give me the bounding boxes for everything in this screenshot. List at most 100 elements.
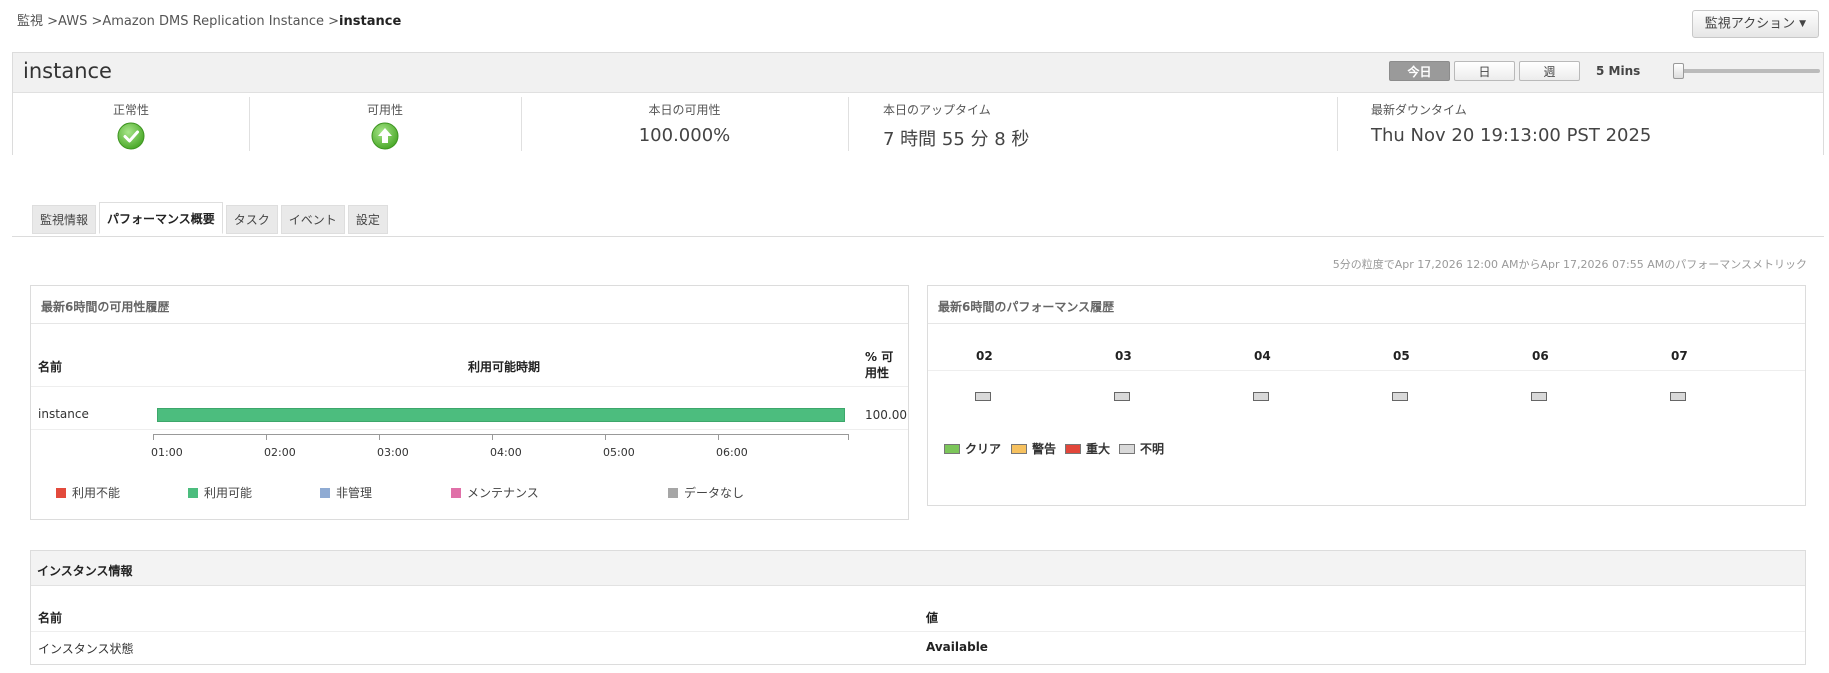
status-cell-unknown[interactable] [1392, 392, 1408, 401]
legend-maintenance: メンテナンス [451, 484, 539, 501]
status-cell-unknown[interactable] [1531, 392, 1547, 401]
legend-swatch [1119, 443, 1135, 454]
metric-today-availability-label: 本日の可用性 [648, 103, 721, 117]
availability-row-name: instance [38, 407, 89, 421]
metric-divider [848, 97, 849, 151]
row-divider [928, 370, 1805, 371]
period-today-button[interactable]: 今日 [1389, 61, 1450, 81]
availability-bar-fill [157, 408, 845, 422]
performance-history-panel: 最新6時間のパフォーマンス履歴 02 03 04 05 06 07 クリア 警告 重大 不… [927, 285, 1806, 506]
metric-health: 正常性 [13, 93, 249, 155]
tab-settings[interactable]: 設定 [347, 205, 388, 234]
tick-label: 06:00 [716, 446, 748, 459]
legend-swatch [56, 487, 66, 498]
breadcrumb-current: instance [339, 14, 402, 29]
availability-history-title: 最新6時間の可用性履歴 [41, 300, 170, 314]
legend-critical: 重大 [1065, 440, 1110, 457]
metrics-row: 正常性 可用性 本日の可用性 100.000% 本日のアップタイム 7 時間 5… [13, 93, 1823, 155]
breadcrumb-aws[interactable]: AWS > [58, 14, 102, 29]
legend-label: データなし [684, 486, 745, 500]
legend-label: メンテナンス [467, 486, 539, 500]
availability-col-period: 利用可能時期 [468, 360, 541, 374]
legend-swatch [668, 487, 678, 498]
header-top-bar: instance 今日 日 週 5 Mins [13, 53, 1823, 93]
tick-label: 04:00 [490, 446, 522, 459]
check-circle-icon [117, 122, 145, 150]
axis-tick [379, 434, 380, 440]
metric-availability: 可用性 [249, 93, 521, 155]
instance-info-panel: インスタンス情報 名前 値 インスタンス状態 Available [30, 550, 1806, 665]
hour-header: 03 [1115, 349, 1132, 363]
legend-label: 利用可能 [204, 486, 253, 500]
metric-range-text: 5分の粒度でApr 17,2026 12:00 AMからApr 17,2026 … [1332, 258, 1807, 271]
monitor-header: instance 今日 日 週 5 Mins 正常性 可用性 本日の可用性 10… [12, 52, 1824, 155]
status-cell-unknown[interactable] [1253, 392, 1269, 401]
tab-tasks[interactable]: タスク [225, 205, 278, 234]
axis-tick [718, 434, 719, 440]
interval-slider-handle[interactable] [1673, 63, 1684, 79]
period-week-button[interactable]: 週 [1519, 61, 1580, 81]
metric-today-uptime-value: 7 時間 55 分 8 秒 [883, 129, 1030, 150]
legend-unavailable: 利用不能 [56, 484, 120, 501]
interval-slider-track[interactable] [1676, 69, 1820, 73]
instance-info-row-value: Available [926, 640, 988, 654]
tick-label: 05:00 [603, 446, 635, 459]
instance-info-col-name: 名前 [38, 611, 63, 625]
status-cell-unknown[interactable] [1670, 392, 1686, 401]
row-divider [31, 631, 1805, 632]
axis-tick [848, 434, 849, 440]
instance-info-title: インスタンス情報 [37, 564, 133, 578]
hour-header: 05 [1393, 349, 1410, 363]
performance-history-title: 最新6時間のパフォーマンス履歴 [938, 300, 1115, 314]
availability-tick-labels: 01:00 02:00 03:00 04:00 05:00 06:00 [151, 444, 849, 459]
tab-performance-overview[interactable]: パフォーマンス概要 [99, 202, 223, 234]
legend-available: 利用可能 [188, 484, 252, 501]
axis-tick [266, 434, 267, 440]
metric-today-availability: 本日の可用性 100.000% [521, 93, 848, 155]
legend-label: クリア [965, 442, 1002, 456]
metric-last-downtime-value: Thu Nov 20 19:13:00 PST 2025 [1371, 125, 1652, 146]
axis-tick [492, 434, 493, 440]
breadcrumb-dms[interactable]: Amazon DMS Replication Instance > [102, 14, 339, 29]
legend-swatch [188, 487, 198, 498]
hour-header: 02 [976, 349, 993, 363]
availability-col-percent: % 可用性 [865, 350, 894, 380]
metric-last-downtime-label: 最新ダウンタイム [1371, 103, 1467, 117]
hour-header: 04 [1254, 349, 1271, 363]
legend-unknown: 不明 [1119, 440, 1164, 457]
period-day-button[interactable]: 日 [1454, 61, 1515, 81]
row-divider [31, 386, 908, 387]
instance-info-col-value: 値 [926, 611, 939, 625]
metric-today-uptime-label: 本日のアップタイム [883, 103, 991, 117]
metric-last-downtime: 最新ダウンタイム Thu Nov 20 19:13:00 PST 2025 [1371, 93, 1811, 155]
legend-swatch [944, 443, 960, 454]
monitor-action-label: 監視アクション [1704, 16, 1796, 32]
legend-label: 不明 [1140, 442, 1165, 456]
arrow-up-circle-icon [371, 122, 399, 150]
period-selector: 今日 日 週 [1389, 61, 1580, 81]
tick-label: 02:00 [264, 446, 296, 459]
chevron-down-icon: ▼ [1799, 19, 1806, 29]
axis-tick [605, 434, 606, 440]
breadcrumb: 監視 >AWS >Amazon DMS Replication Instance… [17, 10, 401, 29]
status-cell-unknown[interactable] [1114, 392, 1130, 401]
breadcrumb-monitor[interactable]: 監視 > [17, 14, 58, 29]
axis-line [153, 434, 849, 435]
legend-swatch [320, 487, 330, 498]
legend-no-data: データなし [668, 484, 744, 501]
panel-divider [928, 323, 1805, 324]
metric-health-label: 正常性 [112, 103, 149, 117]
panel-divider [31, 323, 908, 324]
instance-info-title-bar: インスタンス情報 [31, 551, 1805, 586]
status-cell-unknown[interactable] [975, 392, 991, 401]
monitor-action-button[interactable]: 監視アクション ▼ [1691, 10, 1819, 38]
tab-monitor-info[interactable]: 監視情報 [32, 205, 97, 234]
availability-row-percent: 100.00 [865, 408, 907, 422]
legend-unmanaged: 非管理 [320, 484, 372, 501]
tab-events[interactable]: イベント [280, 205, 345, 234]
availability-time-axis [153, 434, 849, 444]
availability-bar-track [157, 408, 845, 422]
interval-label: 5 Mins [1596, 64, 1641, 78]
metric-divider [1337, 97, 1338, 151]
legend-clear: クリア [944, 440, 1001, 457]
